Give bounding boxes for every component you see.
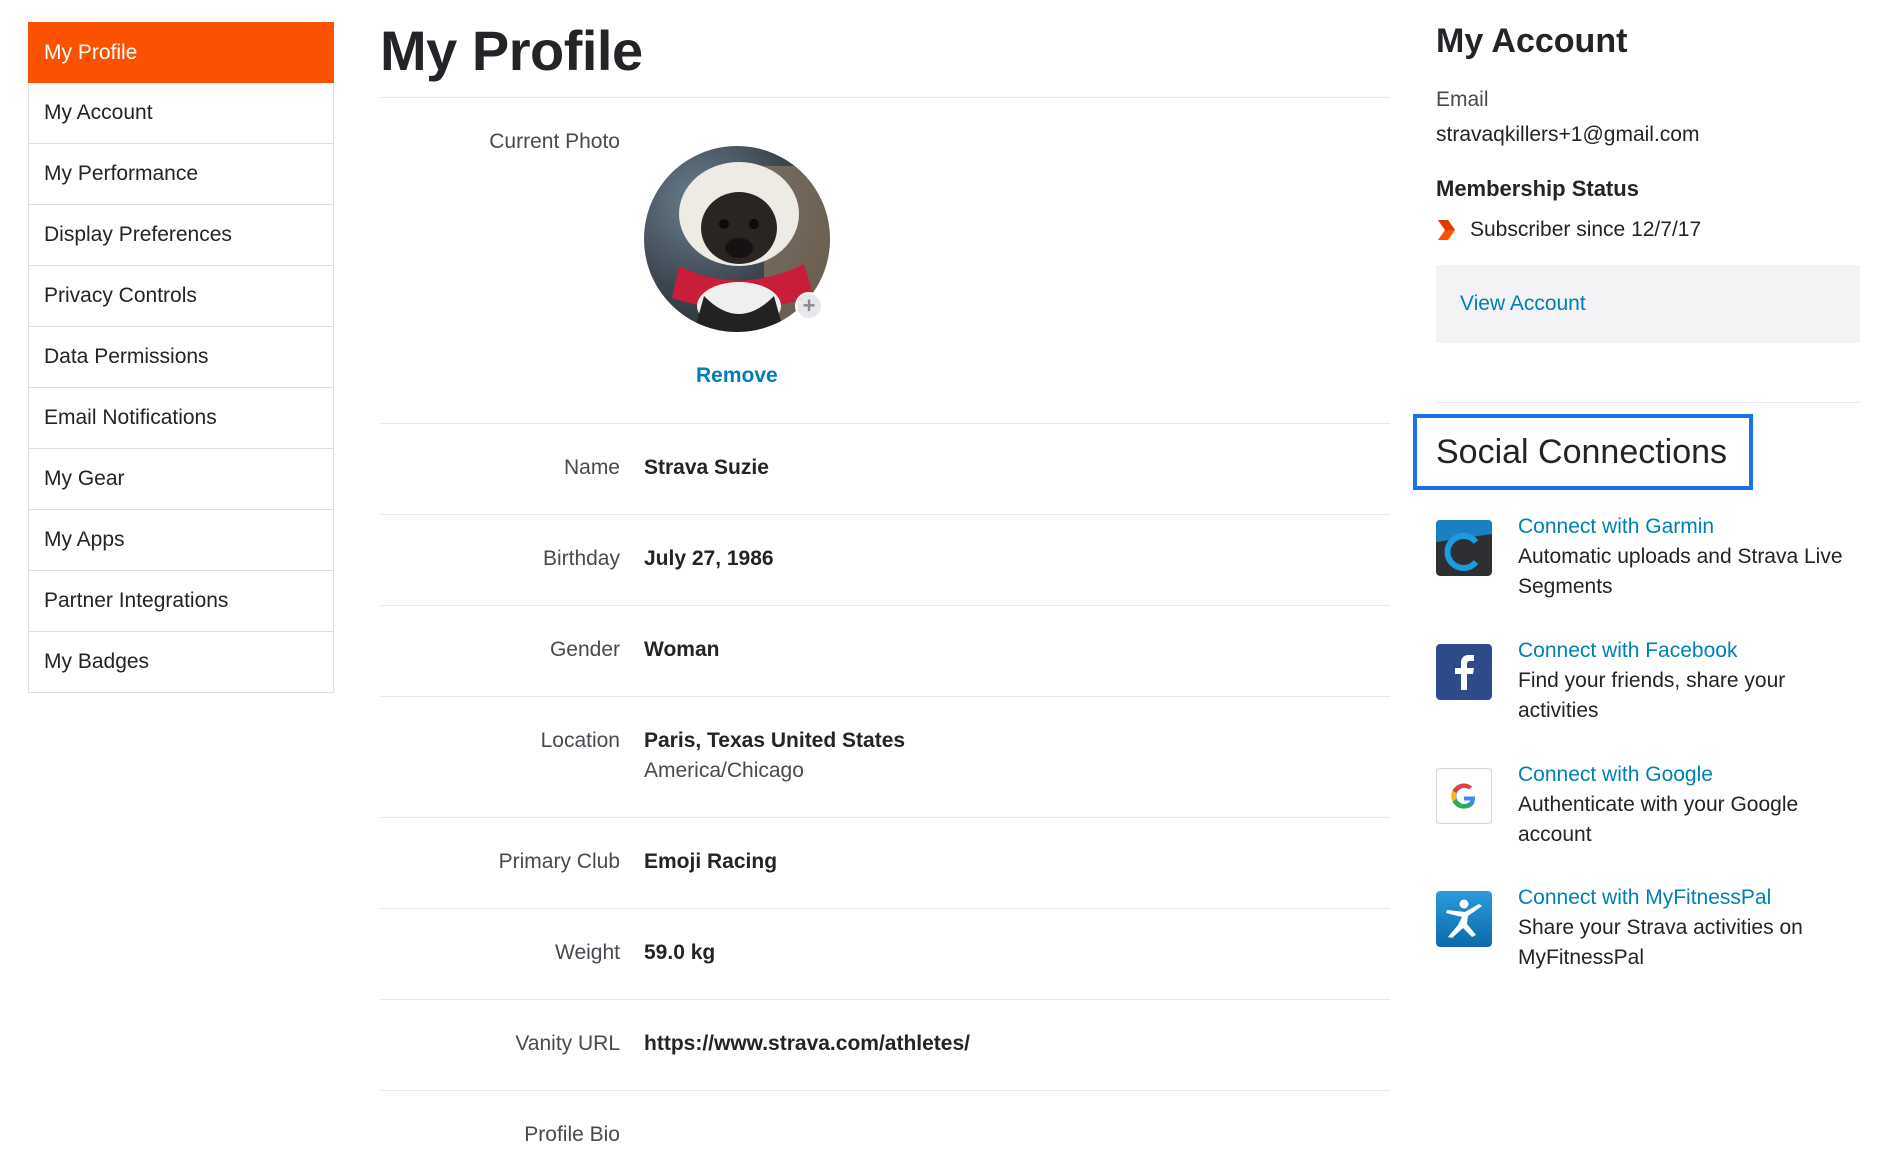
sidebar-item-data-permissions[interactable]: Data Permissions	[28, 327, 334, 388]
email-value: stravaqkillers+1@gmail.com	[1436, 123, 1700, 146]
connect-facebook-link[interactable]: Connect with Facebook	[1518, 636, 1864, 666]
gender-value: Woman	[644, 638, 720, 661]
current-photo-label: Current Photo	[489, 130, 620, 153]
subscriber-status: Subscriber since 12/7/17	[1436, 218, 1701, 242]
google-icon[interactable]	[1436, 768, 1492, 824]
sidebar-item-my-performance[interactable]: My Performance	[28, 144, 334, 205]
view-account-link[interactable]: View Account	[1460, 292, 1586, 316]
add-photo-icon[interactable]: +	[795, 292, 823, 320]
membership-status-title: Membership Status	[1436, 176, 1639, 201]
divider	[380, 1090, 1390, 1091]
social-connections-heading-box: Social Connections	[1413, 414, 1753, 490]
garmin-icon[interactable]	[1436, 520, 1492, 576]
primary-club-label: Primary Club	[498, 850, 620, 873]
connect-garmin-link[interactable]: Connect with Garmin	[1518, 512, 1864, 542]
divider	[380, 999, 1390, 1000]
view-account-box: View Account	[1436, 265, 1860, 343]
profile-photo[interactable]: +	[644, 146, 834, 336]
divider	[380, 908, 1390, 909]
sidebar-item-my-apps[interactable]: My Apps	[28, 510, 334, 571]
timezone-value: America/Chicago	[644, 759, 804, 782]
gender-label: Gender	[549, 638, 620, 661]
divider	[380, 514, 1390, 515]
divider	[1436, 402, 1860, 403]
primary-club-value: Emoji Racing	[644, 850, 778, 873]
subscriber-chevron-icon	[1438, 220, 1455, 240]
subscriber-text: Subscriber since 12/7/17	[1470, 218, 1702, 241]
profile-bio-label: Profile Bio	[524, 1123, 620, 1146]
vanity-url-value: https://www.strava.com/athletes/	[644, 1032, 970, 1055]
sidebar-item-email-notifications[interactable]: Email Notifications	[28, 388, 334, 449]
name-label: Name	[563, 456, 620, 479]
connect-facebook-desc: Find your friends, share your activities	[1518, 669, 1786, 722]
location-value: Paris, Texas United States	[644, 729, 906, 752]
email-label: Email	[1436, 88, 1489, 111]
sidebar-item-partner-integrations[interactable]: Partner Integrations	[28, 571, 334, 632]
vanity-url-label: Vanity URL	[515, 1032, 620, 1055]
sidebar-item-my-gear[interactable]: My Gear	[28, 449, 334, 510]
my-account-title: My Account	[1436, 22, 1628, 60]
social-connections-title: Social Connections	[1436, 432, 1728, 471]
divider	[380, 97, 1390, 98]
sidebar-item-my-badges[interactable]: My Badges	[28, 632, 334, 693]
remove-photo-link[interactable]: Remove	[696, 364, 778, 388]
page-title: My Profile	[380, 19, 643, 82]
sidebar-item-my-account[interactable]: My Account	[28, 83, 334, 144]
birthday-label: Birthday	[542, 547, 620, 570]
connect-myfitnesspal-desc: Share your Strava activities on MyFitnes…	[1518, 916, 1803, 969]
settings-sidebar: My Profile My Account My Performance Dis…	[28, 22, 334, 693]
connect-google-link[interactable]: Connect with Google	[1518, 760, 1864, 790]
sidebar-item-display-preferences[interactable]: Display Preferences	[28, 205, 334, 266]
divider	[380, 696, 1390, 697]
connect-garmin-desc: Automatic uploads and Strava Live Segmen…	[1518, 545, 1843, 598]
location-label: Location	[540, 729, 620, 752]
divider	[380, 605, 1390, 606]
myfitnesspal-icon[interactable]	[1436, 891, 1492, 947]
birthday-value: July 27, 1986	[644, 547, 774, 570]
name-value: Strava Suzie	[644, 456, 769, 479]
divider	[380, 423, 1390, 424]
connect-google-desc: Authenticate with your Google account	[1518, 793, 1799, 846]
sidebar-item-privacy-controls[interactable]: Privacy Controls	[28, 266, 334, 327]
weight-label: Weight	[555, 941, 620, 964]
connect-myfitnesspal-link[interactable]: Connect with MyFitnessPal	[1518, 883, 1864, 913]
sidebar-item-my-profile[interactable]: My Profile	[28, 22, 334, 83]
facebook-icon[interactable]	[1436, 644, 1492, 700]
divider	[380, 817, 1390, 818]
weight-value: 59.0 kg	[644, 941, 716, 964]
